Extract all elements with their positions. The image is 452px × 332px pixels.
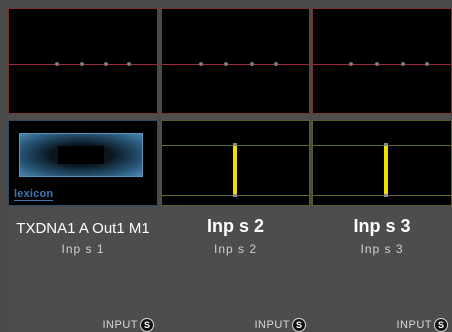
envelope-point[interactable] bbox=[401, 62, 405, 66]
solo-badge-icon[interactable]: S bbox=[434, 318, 448, 332]
envelope-point[interactable] bbox=[349, 62, 353, 66]
channel-source: Inp s 1 bbox=[61, 242, 105, 256]
envelope-point[interactable] bbox=[375, 62, 379, 66]
channel-source: Inp s 2 bbox=[213, 242, 258, 256]
envelope-point[interactable] bbox=[274, 62, 278, 66]
envelope-line bbox=[313, 64, 451, 65]
fader-panel[interactable] bbox=[161, 120, 310, 206]
fader-cap-bottom bbox=[384, 194, 388, 197]
lexicon-logo: lexicon bbox=[14, 188, 54, 201]
envelope-line bbox=[162, 64, 309, 65]
lexicon-visual bbox=[19, 133, 143, 177]
fader-cap-bottom bbox=[233, 194, 237, 197]
channel-strip-1[interactable]: lexicon TXDNA1 A Out1 M1 Inp s 1 INPUT S bbox=[8, 8, 158, 332]
channel-name[interactable]: Inp s 3 bbox=[312, 216, 452, 237]
envelope-display[interactable] bbox=[161, 8, 310, 114]
fader-range-top bbox=[313, 145, 451, 146]
channel-name[interactable]: TXDNA1 A Out1 M1 bbox=[8, 220, 158, 237]
fader-level-bar[interactable] bbox=[384, 145, 388, 195]
solo-badge-icon[interactable]: S bbox=[292, 318, 306, 332]
envelope-point[interactable] bbox=[224, 62, 228, 66]
envelope-point[interactable] bbox=[199, 62, 203, 66]
channel-strip-2[interactable]: Inp s 2 Inp s 2 INPUT S bbox=[161, 8, 310, 332]
fader-range-bottom bbox=[313, 195, 451, 196]
envelope-display[interactable] bbox=[8, 8, 158, 114]
input-indicator[interactable]: INPUT S bbox=[396, 318, 448, 332]
input-indicator[interactable]: INPUT S bbox=[254, 318, 306, 332]
input-label: INPUT bbox=[102, 319, 138, 331]
envelope-point[interactable] bbox=[104, 62, 108, 66]
channel-name[interactable]: Inp s 2 bbox=[161, 216, 310, 237]
channel-source: Inp s 3 bbox=[360, 242, 404, 256]
fader-cap-top bbox=[233, 143, 237, 146]
input-label: INPUT bbox=[396, 319, 432, 331]
fader-panel[interactable] bbox=[312, 120, 452, 206]
fader-cap-top bbox=[384, 143, 388, 146]
envelope-point[interactable] bbox=[425, 62, 429, 66]
envelope-point[interactable] bbox=[127, 62, 131, 66]
lexicon-visual-center bbox=[58, 146, 104, 164]
envelope-display[interactable] bbox=[312, 8, 452, 114]
envelope-point[interactable] bbox=[80, 62, 84, 66]
input-label: INPUT bbox=[254, 319, 290, 331]
solo-badge-icon[interactable]: S bbox=[140, 318, 154, 332]
fader-level-bar[interactable] bbox=[233, 145, 237, 195]
mixer-view: lexicon TXDNA1 A Out1 M1 Inp s 1 INPUT S… bbox=[0, 0, 452, 332]
plugin-panel[interactable]: lexicon bbox=[8, 120, 158, 206]
envelope-point[interactable] bbox=[250, 62, 254, 66]
envelope-point[interactable] bbox=[55, 62, 59, 66]
channel-strip-3[interactable]: Inp s 3 Inp s 3 INPUT S bbox=[312, 8, 452, 332]
input-indicator[interactable]: INPUT S bbox=[102, 318, 154, 332]
